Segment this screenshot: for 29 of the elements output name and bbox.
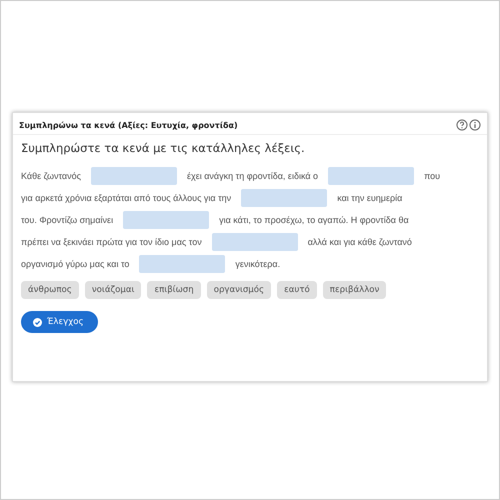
blank-field[interactable] [328, 167, 414, 185]
blank-field[interactable] [90, 167, 177, 185]
passage-text: που [424, 171, 440, 181]
word-chip[interactable]: περιβάλλον [322, 281, 386, 299]
blank-field[interactable] [212, 233, 298, 251]
check-icon [33, 318, 42, 326]
blank-field[interactable] [123, 211, 210, 229]
passage-text: γενικότερα. [235, 259, 280, 269]
word-chip[interactable]: εαυτό [277, 281, 317, 299]
help-icon[interactable] [456, 119, 468, 131]
word-chip[interactable]: νοιάζομαι [84, 281, 142, 299]
passage-text: πρέπει να ξεκινάει πρώτα για τον ίδιο μας τον [21, 237, 202, 247]
passage-text: του. Φροντίζω σημαίνει [21, 215, 114, 225]
passage-text: για κάτι, το προσέχω, το αγαπώ. Η φροντίδα θα [219, 215, 409, 225]
word-chip[interactable]: άνθρωπος [21, 281, 79, 299]
check-button[interactable]: Έλεγχος [21, 311, 98, 333]
word-chip[interactable]: επιβίωση [147, 281, 201, 299]
instruction-text: Συμπληρώστε τα κενά με τις κατάλληλες λέξεις. [21, 141, 306, 155]
passage-text: και την ευημερία [337, 193, 402, 203]
task-title: Συμπληρώνω τα κενά (Αξίες: Ευτυχία, φροντίδα) [19, 120, 238, 130]
passage-text: Κάθε ζωντανός [21, 171, 81, 181]
blank-field[interactable] [139, 255, 226, 273]
info-icon[interactable] [469, 119, 481, 131]
blank-field[interactable] [241, 189, 328, 207]
passage-text: αλλά και για κάθε ζωντανό [308, 237, 412, 247]
word-chip[interactable]: οργανισμός [206, 281, 272, 299]
passage-text: για αρκετά χρόνια εξαρτάται από τους άλλους για την [21, 193, 232, 203]
passage-text: οργανισμό γύρω μας και το [21, 259, 130, 269]
passage-text: έχει ανάγκη τη φροντίδα, ειδικά ο [186, 171, 318, 181]
